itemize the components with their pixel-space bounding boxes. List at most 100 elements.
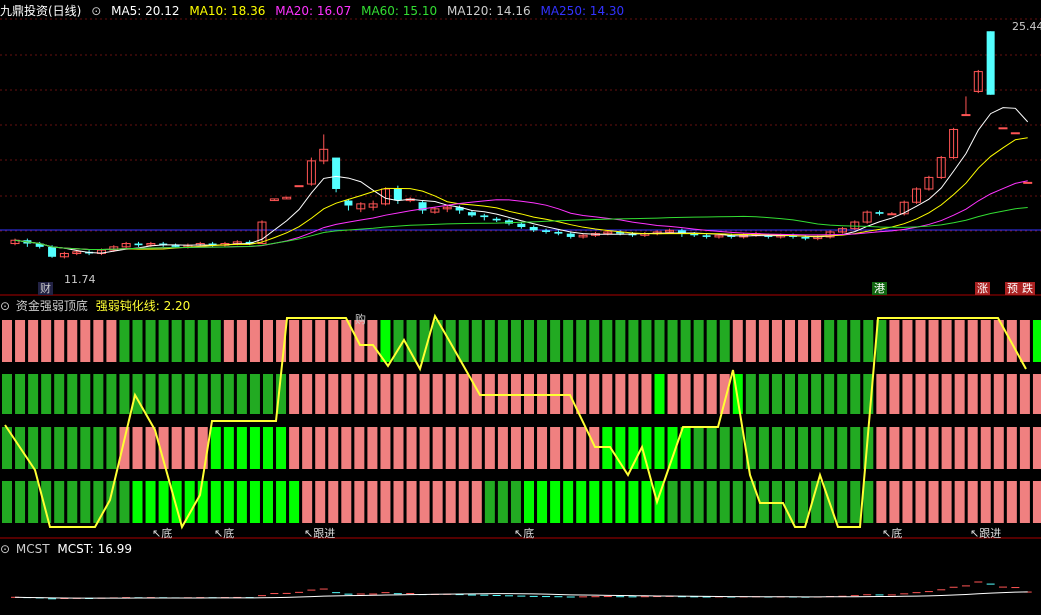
collapse-icon[interactable]: ⊙ bbox=[0, 299, 10, 313]
strength-bar bbox=[106, 374, 117, 414]
strength-bar bbox=[289, 481, 300, 523]
strength-bar bbox=[510, 427, 521, 469]
stock-name[interactable]: 九鼎投资(日线) bbox=[0, 4, 81, 18]
strength-bar bbox=[798, 374, 809, 414]
strength-bar bbox=[145, 427, 156, 469]
strength-bar bbox=[54, 374, 65, 414]
strength-bar bbox=[80, 481, 91, 523]
strength-bar bbox=[876, 481, 887, 523]
strength-bar bbox=[615, 481, 626, 523]
strength-bar bbox=[302, 481, 313, 523]
strength-bar bbox=[67, 374, 78, 414]
strength-bar bbox=[863, 481, 874, 523]
candle-body bbox=[801, 236, 810, 239]
strength-bar bbox=[471, 427, 482, 469]
strength-bar bbox=[628, 374, 639, 414]
strength-bar bbox=[628, 481, 639, 523]
strength-bar bbox=[15, 320, 26, 362]
strength-bar bbox=[223, 481, 234, 523]
strength-bar bbox=[341, 481, 352, 523]
strength-bar bbox=[315, 320, 326, 362]
strength-bar bbox=[367, 427, 378, 469]
strength-bar bbox=[732, 320, 743, 362]
strength-bar bbox=[302, 374, 313, 414]
strength-bar bbox=[197, 481, 208, 523]
collapse-icon[interactable]: ⊙ bbox=[0, 542, 10, 556]
strength-bar bbox=[993, 481, 1004, 523]
strength-bar bbox=[367, 320, 378, 362]
strength-bar bbox=[171, 374, 182, 414]
candle-body bbox=[542, 230, 551, 232]
strength-bar bbox=[550, 481, 561, 523]
strength-bar bbox=[563, 320, 574, 362]
strength-bar bbox=[302, 427, 313, 469]
strength-bar bbox=[289, 427, 300, 469]
yu-marker[interactable]: 预 bbox=[1005, 282, 1020, 295]
strength-bar bbox=[719, 374, 730, 414]
strength-bar bbox=[145, 481, 156, 523]
strength-bar bbox=[2, 374, 12, 414]
strength-bar bbox=[954, 374, 965, 414]
cai-marker[interactable]: 财 bbox=[38, 282, 53, 295]
die-marker[interactable]: 跌 bbox=[1020, 282, 1035, 295]
collapse-icon[interactable]: ⊙ bbox=[91, 4, 101, 18]
strength-bar bbox=[758, 427, 769, 469]
strength-bar bbox=[484, 427, 495, 469]
strength-bar bbox=[576, 481, 587, 523]
strength-bar bbox=[980, 374, 991, 414]
strength-bar bbox=[941, 374, 952, 414]
strength-bar bbox=[28, 320, 39, 362]
strength-bar bbox=[928, 481, 939, 523]
strength-bar bbox=[1019, 481, 1030, 523]
strength-bar bbox=[106, 427, 117, 469]
strength-bar bbox=[145, 374, 156, 414]
strength-bar bbox=[680, 320, 691, 362]
strength-bar bbox=[249, 320, 260, 362]
strength-bar bbox=[680, 374, 691, 414]
strength-bar bbox=[693, 374, 704, 414]
strength-bar bbox=[550, 427, 561, 469]
strength-bar bbox=[602, 320, 613, 362]
strength-bar bbox=[236, 320, 247, 362]
candle-body bbox=[566, 233, 575, 237]
strength-bar bbox=[132, 374, 143, 414]
strength-bar bbox=[811, 374, 822, 414]
strength-bar bbox=[837, 481, 848, 523]
strength-bar bbox=[1032, 320, 1041, 362]
strength-bar bbox=[706, 427, 717, 469]
strength-bar bbox=[67, 320, 78, 362]
strength-bar bbox=[563, 481, 574, 523]
strength-bar bbox=[2, 320, 12, 362]
strength-bar bbox=[537, 481, 548, 523]
zhang-marker[interactable]: 涨 bbox=[975, 282, 990, 295]
strength-bar bbox=[563, 427, 574, 469]
strength-bar bbox=[393, 374, 404, 414]
strength-bar bbox=[367, 481, 378, 523]
strength-bar bbox=[719, 320, 730, 362]
candle-body bbox=[986, 31, 995, 95]
strength-bar bbox=[354, 427, 365, 469]
strength-bar bbox=[811, 320, 822, 362]
strength-bar bbox=[876, 374, 887, 414]
strength-bar bbox=[236, 481, 247, 523]
strength-bar bbox=[785, 374, 795, 414]
strength-bar bbox=[589, 320, 600, 362]
strength-bar bbox=[419, 374, 430, 414]
strength-bar bbox=[328, 427, 339, 469]
strength-bar bbox=[354, 320, 365, 362]
strength-bar bbox=[106, 320, 117, 362]
strength-bar bbox=[315, 427, 326, 469]
strength-bar bbox=[732, 481, 743, 523]
strength-bar bbox=[902, 481, 913, 523]
strength-bar bbox=[184, 427, 195, 469]
gang-marker[interactable]: 港 bbox=[872, 282, 887, 295]
strength-bar bbox=[341, 374, 352, 414]
strength-bar bbox=[249, 374, 260, 414]
strength-bar bbox=[811, 427, 822, 469]
strength-bar bbox=[54, 427, 65, 469]
strength-bar bbox=[510, 481, 521, 523]
strength-bar bbox=[641, 320, 652, 362]
strength-bar bbox=[771, 374, 782, 414]
strength-bar bbox=[1032, 427, 1041, 469]
strength-bar bbox=[41, 427, 52, 469]
